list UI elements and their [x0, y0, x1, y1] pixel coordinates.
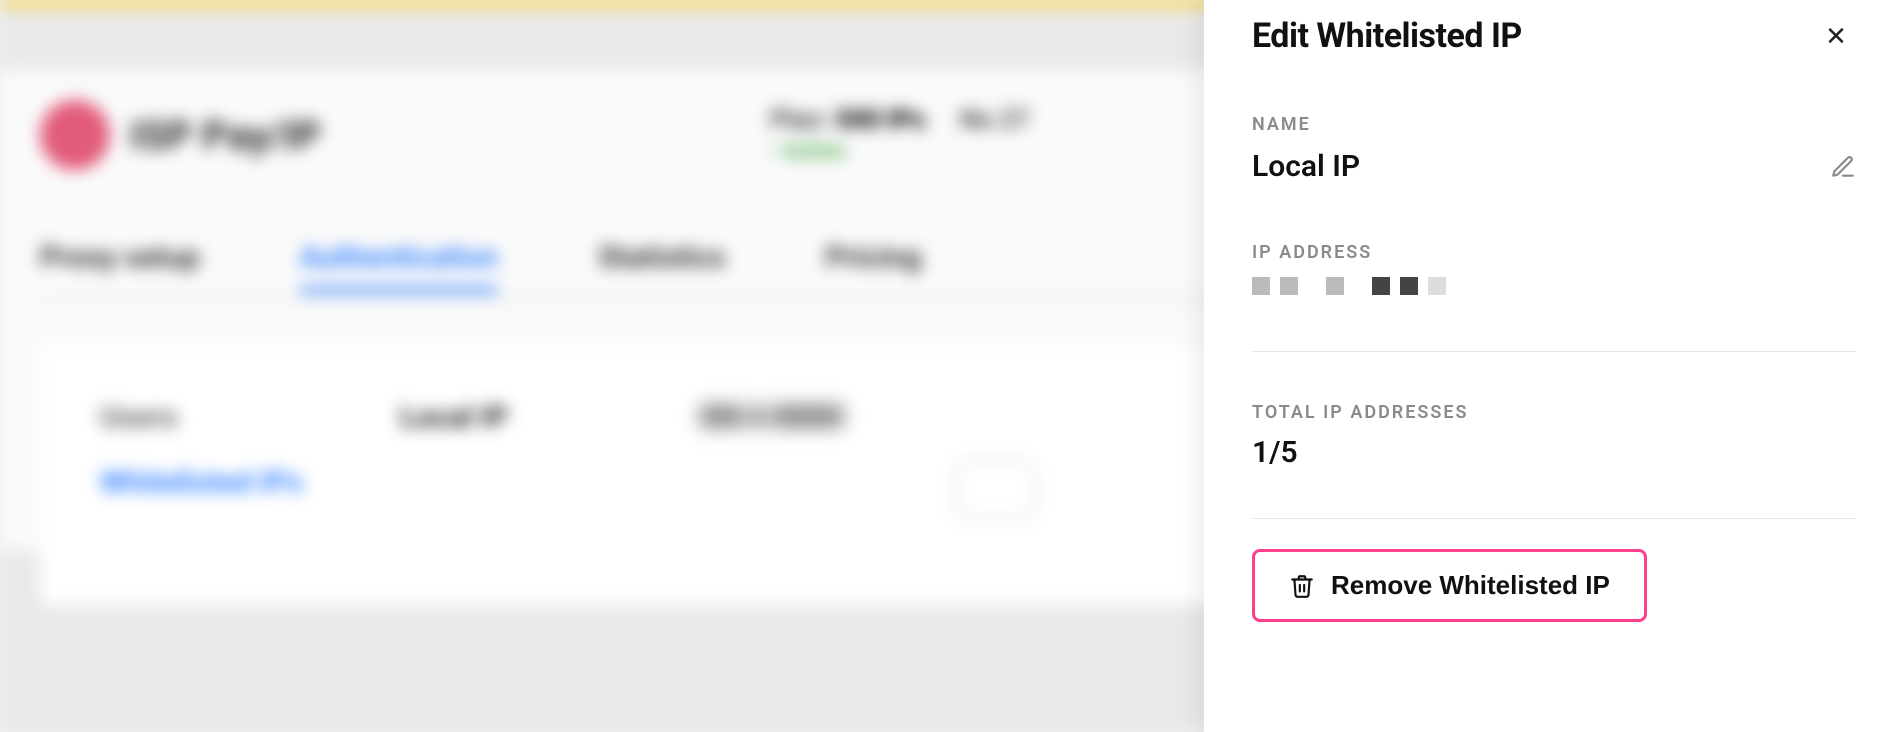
- ip-address-field-label: IP ADDRESS: [1252, 242, 1856, 263]
- tab-authentication[interactable]: Authentication: [300, 240, 498, 293]
- ip-address-value-redacted: [1252, 277, 1856, 295]
- sidebar-item-users[interactable]: Users: [100, 400, 178, 435]
- tab-statistics[interactable]: Statistics: [598, 240, 725, 293]
- name-field-label: NAME: [1252, 114, 1856, 135]
- renewal-hint: No 27: [960, 105, 1029, 135]
- divider: [1252, 518, 1856, 519]
- remove-button-label: Remove Whitelisted IP: [1331, 570, 1610, 601]
- name-field-value: Local IP: [1252, 149, 1360, 184]
- tab-pricing[interactable]: Pricing: [825, 240, 921, 293]
- sidebar-item-whitelisted-ips[interactable]: Whitelisted IPs: [100, 465, 303, 500]
- total-ip-value: 1/5: [1252, 435, 1856, 470]
- trash-icon: [1289, 573, 1315, 599]
- divider: [1252, 351, 1856, 352]
- tab-proxy-setup[interactable]: Proxy setup: [40, 240, 200, 293]
- brand-name: ISP Pay/IP: [130, 112, 321, 159]
- edit-whitelisted-ip-panel: Edit Whitelisted IP ✕ NAME Local IP IP A…: [1204, 0, 1904, 732]
- panel-title: Edit Whitelisted IP: [1252, 16, 1522, 56]
- row-ip-value-redacted: ▮▮▮.▮.▮▮▮▮▮: [700, 400, 844, 430]
- close-icon: ✕: [1825, 21, 1847, 52]
- row-ip-name: Local IP: [400, 400, 508, 435]
- total-ip-label: TOTAL IP ADDRESSES: [1252, 402, 1856, 423]
- close-button[interactable]: ✕: [1816, 16, 1856, 56]
- edit-name-icon[interactable]: [1830, 154, 1856, 180]
- row-edit-button[interactable]: [955, 460, 1035, 520]
- brand-logo: [40, 100, 110, 170]
- plan-status: • Active: [770, 139, 925, 164]
- remove-whitelisted-ip-button[interactable]: Remove Whitelisted IP: [1252, 549, 1647, 622]
- plan-value: 500 IPs: [835, 105, 925, 135]
- plan-label: Plan:: [770, 105, 829, 135]
